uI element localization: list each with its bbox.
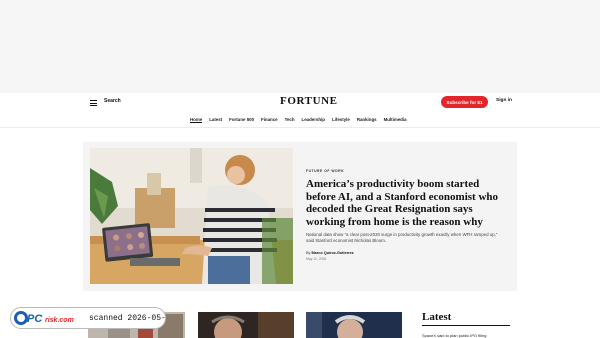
subscribe-button[interactable]: Subscribe for $1 <box>441 96 488 108</box>
story-thumbnail-3[interactable] <box>306 312 402 338</box>
nav-item-home[interactable]: Home <box>190 117 203 123</box>
nav-item-finance[interactable]: Finance <box>261 117 278 123</box>
scan-stamp: scanned 2026-05-15 <box>89 313 166 323</box>
latest-item[interactable]: SpaceX said to plan public IPO filing <box>422 333 486 338</box>
hero-story: FUTURE OF WORK America’s productivity bo… <box>83 142 517 291</box>
section-kicker[interactable]: FUTURE OF WORK <box>306 169 506 173</box>
hero-headline[interactable]: America’s productivity boom started befo… <box>306 178 506 228</box>
nav-item-tech[interactable]: Tech <box>285 117 295 123</box>
hero-dek: National data show “a clear post-2020 su… <box>306 232 498 243</box>
author-link[interactable]: Marco Quiroz-Gutierrez <box>312 251 354 255</box>
publish-date: May 11, 2026 <box>306 257 327 261</box>
nav-item-rankings[interactable]: Rankings <box>357 117 377 123</box>
svg-text:risk.com: risk.com <box>45 317 74 324</box>
pcrisk-watermark: PC risk.com scanned 2026-05-15 <box>10 307 166 329</box>
search-button[interactable]: Search <box>104 98 121 104</box>
pcrisk-logo: PC risk.com <box>11 308 85 328</box>
hamburger-menu-icon[interactable] <box>90 100 97 106</box>
nav-item-fortune-500[interactable]: Fortune 500 <box>229 117 254 123</box>
fortune-logo[interactable]: FORTUNE <box>280 95 338 107</box>
story-thumbnail-2[interactable] <box>198 312 294 338</box>
latest-heading: Latest <box>422 311 452 323</box>
hero-text: FUTURE OF WORK America’s productivity bo… <box>306 169 506 261</box>
nav-item-latest[interactable]: Latest <box>209 117 222 123</box>
sign-in-link[interactable]: Sign in <box>496 98 512 103</box>
main-nav: Home Latest Fortune 500 Finance Tech Lea… <box>190 117 407 123</box>
byline-prefix: By <box>306 251 311 255</box>
latest-divider <box>422 325 510 326</box>
nav-item-leadership[interactable]: Leadership <box>302 117 325 123</box>
hero-image[interactable] <box>90 148 293 284</box>
ad-space <box>0 0 600 93</box>
svg-text:PC: PC <box>27 313 43 325</box>
nav-item-lifestyle[interactable]: Lifestyle <box>332 117 350 123</box>
nav-item-multimedia[interactable]: Multimedia <box>384 117 407 123</box>
byline: By Marco Quiroz-Gutierrez <box>306 251 506 255</box>
site-header: Search FORTUNE Subscribe for $1 Sign in … <box>0 93 600 128</box>
